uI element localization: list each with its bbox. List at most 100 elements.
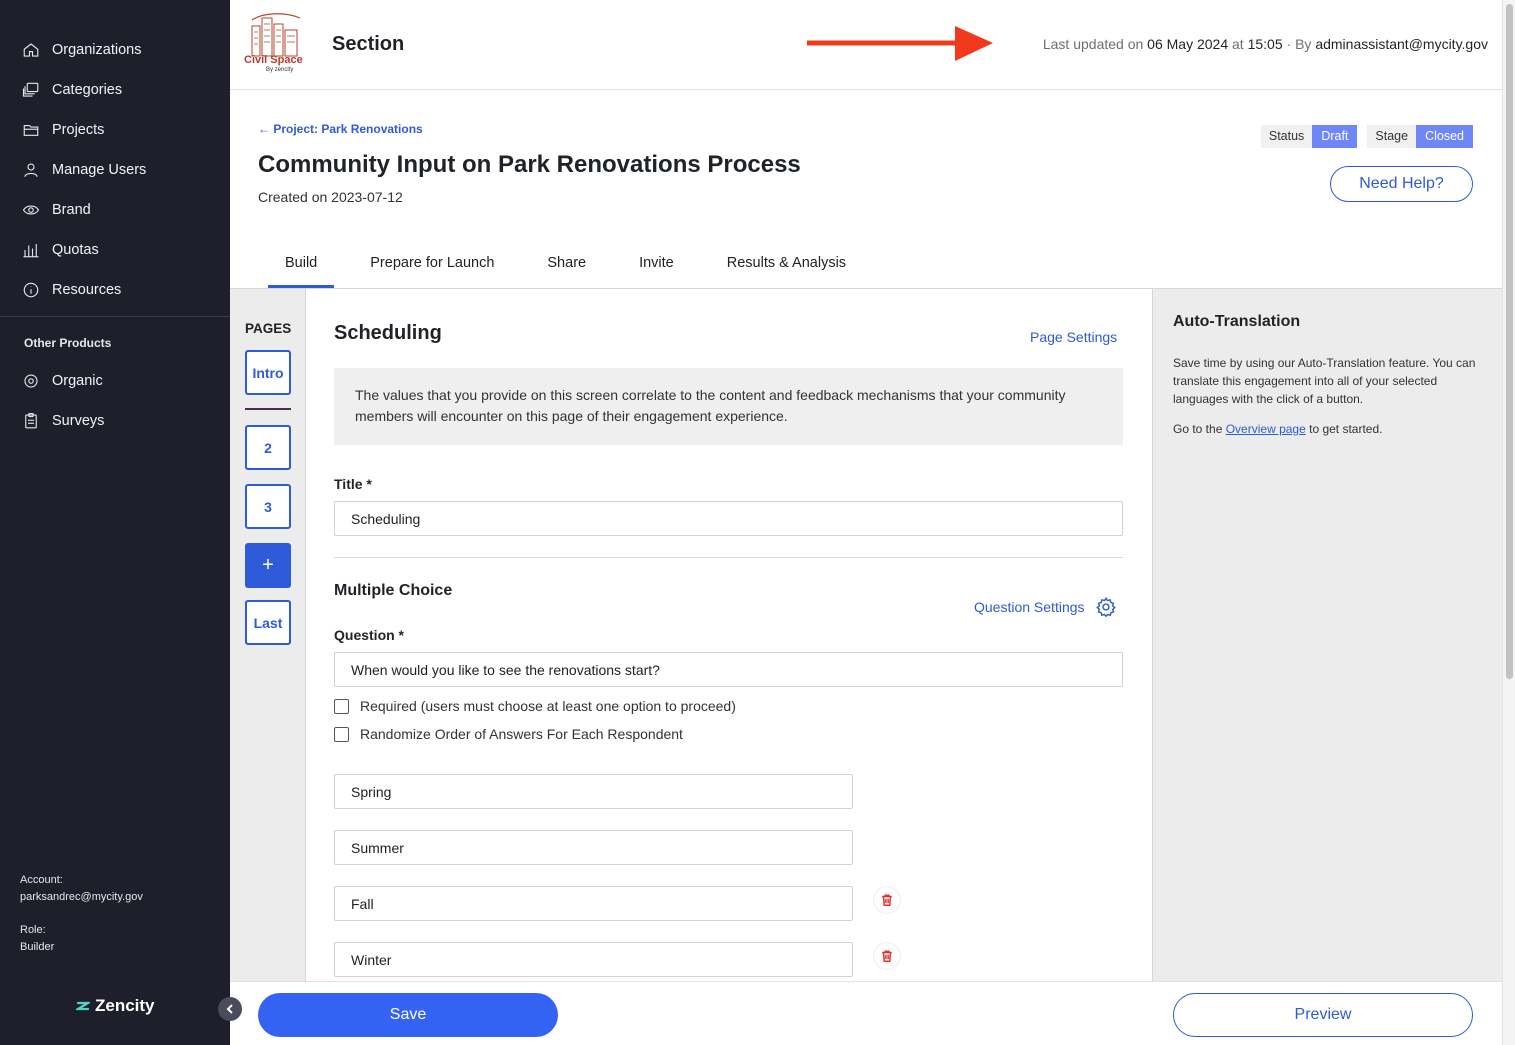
sidebar-item-surveys[interactable]: Surveys	[0, 401, 230, 441]
home-icon	[22, 41, 40, 59]
header-title: Section	[332, 33, 405, 55]
sidebar-item-organizations[interactable]: Organizations	[0, 30, 230, 70]
page-button-3[interactable]: 3	[245, 484, 291, 529]
sidebar-item-organic[interactable]: Organic	[0, 361, 230, 401]
tab-prepare-for-launch[interactable]: Prepare for Launch	[353, 242, 511, 288]
delete-option-button[interactable]	[874, 887, 900, 913]
delete-option-button[interactable]	[874, 943, 900, 969]
scrollbar-thumb[interactable]	[1506, 4, 1513, 679]
required-checkbox[interactable]	[334, 698, 349, 714]
layers-icon	[22, 81, 40, 99]
created-date: Created on 2023-07-12	[258, 189, 403, 205]
answer-option-input[interactable]	[334, 886, 853, 921]
page-editor: Scheduling Page Settings The values that…	[306, 289, 1152, 981]
bottom-action-bar: Save Preview	[230, 981, 1502, 1045]
info-box: The values that you provide on this scre…	[334, 368, 1123, 445]
question-settings-label: Question Settings	[974, 599, 1085, 615]
page-button-2[interactable]: 2	[245, 425, 291, 470]
last-updated-info: Last updated on 06 May 2024 at 15:05 · B…	[1043, 36, 1488, 52]
title-input[interactable]	[334, 501, 1123, 536]
sidebar-item-quotas[interactable]: Quotas	[0, 230, 230, 270]
required-option: Required (users must choose at least one…	[334, 698, 736, 714]
status-badges: Status Draft Stage Closed	[1260, 125, 1473, 148]
add-page-button[interactable]: +	[245, 543, 291, 588]
collapse-sidebar-button[interactable]	[218, 997, 242, 1021]
sidebar-item-label: Categories	[52, 82, 123, 98]
auto-translation-title: Auto-Translation	[1173, 313, 1301, 330]
account-email: parksandrec@mycity.gov	[20, 891, 143, 903]
clipboard-icon	[22, 412, 40, 430]
pages-column: PAGES Intro 2 3 + Last	[230, 289, 306, 981]
title-label: Title *	[334, 476, 372, 492]
randomize-option: Randomize Order of Answers For Each Resp…	[334, 726, 683, 742]
tab-build[interactable]: Build	[268, 242, 335, 288]
page-settings-link[interactable]: Page Settings	[1030, 329, 1117, 345]
tab-invite[interactable]: Invite	[622, 242, 691, 288]
auto-translation-panel: Auto-Translation Save time by using our …	[1152, 289, 1502, 981]
overview-page-link[interactable]: Overview page	[1226, 422, 1306, 436]
preview-button[interactable]: Preview	[1173, 993, 1473, 1037]
updated-time: 15:05	[1247, 36, 1283, 52]
page-scrollbar[interactable]	[1502, 0, 1515, 1045]
gear-icon	[1095, 596, 1116, 618]
account-info: Account: parksandrec@mycity.gov Role: Bu…	[20, 872, 143, 956]
answer-option-input[interactable]	[334, 830, 853, 865]
cta-suffix: to get started.	[1309, 422, 1383, 436]
status-badge: Status Draft	[1260, 125, 1358, 148]
stage-badge: Stage Closed	[1367, 125, 1473, 148]
other-products-title: Other Products	[24, 336, 112, 350]
trash-icon	[882, 950, 892, 962]
status-value: Draft	[1312, 125, 1358, 148]
need-help-button[interactable]: Need Help?	[1330, 166, 1473, 202]
sidebar-item-categories[interactable]: Categories	[0, 70, 230, 110]
top-header: Civil Space By zencity Section Last upda…	[230, 0, 1502, 90]
sidebar-item-manage-users[interactable]: Manage Users	[0, 150, 230, 190]
question-input[interactable]	[334, 652, 1123, 687]
question-settings-button[interactable]: Question Settings	[974, 596, 1117, 618]
folder-icon	[22, 121, 40, 139]
sidebar-item-label: Brand	[52, 202, 91, 218]
question-label: Question *	[334, 627, 405, 643]
answer-option-input[interactable]	[334, 942, 853, 977]
sidebar-item-projects[interactable]: Projects	[0, 110, 230, 150]
sidebar-item-brand[interactable]: Brand	[0, 190, 230, 230]
bar-chart-icon	[22, 241, 40, 259]
section-divider	[334, 557, 1123, 558]
sidebar-item-label: Manage Users	[52, 162, 147, 178]
chevron-left-icon	[226, 1004, 233, 1014]
sidebar-item-resources[interactable]: Resources	[0, 270, 230, 310]
sidebar-item-label: Quotas	[52, 242, 99, 258]
sidebar-item-label: Resources	[52, 282, 122, 298]
status-label: Status	[1260, 125, 1313, 148]
randomize-checkbox[interactable]	[334, 726, 349, 742]
multiple-choice-heading: Multiple Choice	[334, 582, 453, 599]
logo-text: Civil Space	[244, 54, 303, 66]
tab-results-analysis[interactable]: Results & Analysis	[710, 242, 863, 288]
cta-prefix: Go to the	[1173, 422, 1223, 436]
auto-translation-cta: Go to the Overview page to get started.	[1173, 422, 1383, 436]
auto-translation-text: Save time by using our Auto-Translation …	[1173, 356, 1476, 406]
sidebar-divider	[0, 316, 230, 317]
save-button[interactable]: Save	[258, 993, 558, 1037]
civil-space-logo: Civil Space By zencity	[242, 10, 306, 78]
stage-value: Closed	[1416, 125, 1473, 148]
sidebar-item-label: Surveys	[52, 413, 105, 429]
page-button-last[interactable]: Last	[245, 600, 291, 645]
sidebar-item-label: Organizations	[52, 42, 142, 58]
randomize-label: Randomize Order of Answers For Each Resp…	[360, 726, 683, 742]
logo-subtext: By zencity	[266, 67, 294, 73]
trash-icon	[882, 894, 892, 906]
other-products-nav: Organic Surveys	[0, 361, 230, 441]
page-button-intro[interactable]: Intro	[245, 350, 291, 395]
pages-label: PAGES	[245, 321, 292, 336]
updated-prefix: Last updated on	[1042, 36, 1144, 52]
back-to-project-link[interactable]: ← Project: Park Renovations	[258, 122, 423, 136]
zencity-mark-icon	[76, 1001, 90, 1011]
tab-share[interactable]: Share	[530, 242, 603, 288]
eye-icon	[22, 201, 40, 219]
zencity-logo: Zencity	[76, 996, 155, 1016]
answer-option-input[interactable]	[334, 774, 853, 809]
sidebar: Organizations Categories Projects Manage…	[0, 0, 230, 1045]
user-icon	[22, 161, 40, 179]
sidebar-item-label: Projects	[52, 122, 105, 138]
